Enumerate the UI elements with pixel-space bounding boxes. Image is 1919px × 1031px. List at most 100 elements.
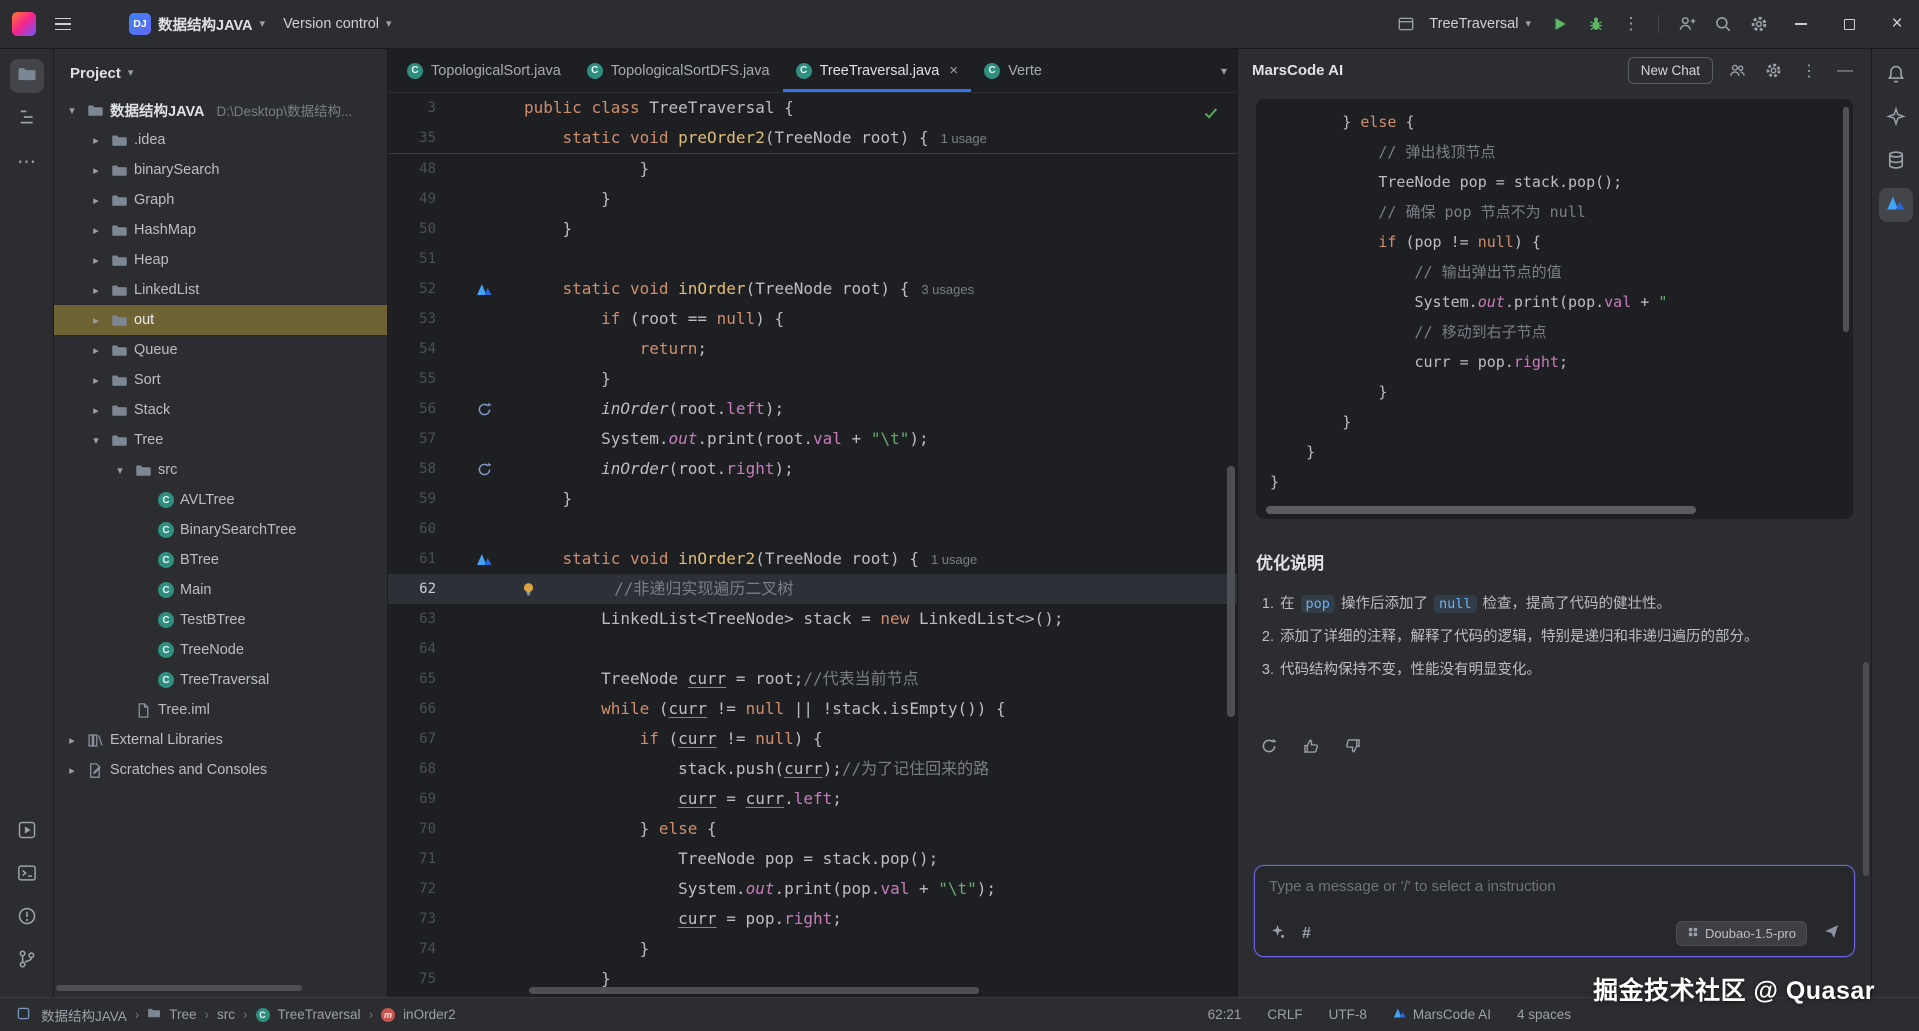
marscode-gutter-icon[interactable]	[476, 551, 493, 568]
main-menu-button[interactable]	[48, 9, 78, 39]
line-number[interactable]: 73	[388, 904, 446, 934]
chevron-right-icon[interactable]: ▸	[88, 374, 104, 387]
line-number[interactable]: 54	[388, 334, 446, 364]
chevron-down-icon[interactable]: ▾	[128, 68, 134, 79]
notifications-button[interactable]	[1879, 59, 1913, 93]
line-number[interactable]: 53	[388, 304, 446, 334]
breadcrumb-project[interactable]: 数据结构JAVA	[41, 1005, 127, 1025]
line-number[interactable]: 66	[388, 694, 446, 724]
code-vscrollbar[interactable]	[1843, 107, 1849, 332]
services-button[interactable]	[10, 815, 44, 849]
breadcrumb-tree[interactable]: Tree	[169, 1007, 196, 1022]
chevron-right-icon[interactable]: ▸	[88, 164, 104, 177]
sticky-line[interactable]: 3public class TreeTraversal {	[388, 93, 1237, 123]
line-number[interactable]: 52	[388, 274, 446, 304]
minimize-panel-icon[interactable]: —	[1833, 59, 1857, 83]
tab-topologicalsort[interactable]: C TopologicalSort.java	[394, 49, 574, 92]
tab-topologicalsortdfs[interactable]: C TopologicalSortDFS.java	[574, 49, 783, 92]
tree-item-tree-iml[interactable]: Tree.iml	[54, 695, 387, 725]
chevron-down-icon[interactable]: ▾	[88, 434, 104, 447]
tree-item-scratches-and-consoles[interactable]: ▸Scratches and Consoles	[54, 755, 387, 785]
code-line[interactable]: 63 LinkedList<TreeNode> stack = new Link…	[388, 604, 1237, 634]
breadcrumb-src[interactable]: src	[217, 1007, 235, 1022]
marscode-status[interactable]: MarsCode AI	[1393, 1006, 1491, 1023]
line-number[interactable]: 59	[388, 484, 446, 514]
line-number[interactable]: 50	[388, 214, 446, 244]
chevron-down-icon[interactable]: ▾	[64, 104, 80, 117]
code-line[interactable]: 66 while (curr != null || !stack.isEmpty…	[388, 694, 1237, 724]
code-line[interactable]: 58 inOrder(root.right);	[388, 454, 1237, 484]
tree-item-heap[interactable]: ▸Heap	[54, 245, 387, 275]
code-line[interactable]: 52 static void inOrder(TreeNode root) {3…	[388, 274, 1237, 304]
code-line[interactable]: 72 System.out.print(pop.val + "\t");	[388, 874, 1237, 904]
maximize-button[interactable]	[1827, 0, 1871, 48]
line-number[interactable]: 51	[388, 244, 446, 274]
chevron-right-icon[interactable]: ▸	[64, 734, 80, 747]
chevron-right-icon[interactable]: ▸	[88, 254, 104, 267]
marscode-gutter-icon[interactable]	[476, 281, 493, 298]
settings-button[interactable]	[1743, 8, 1775, 40]
editor-vscrollbar[interactable]	[1227, 466, 1235, 717]
thumbs-down-icon[interactable]	[1340, 733, 1366, 759]
vcs-widget[interactable]: Version control ▾	[274, 11, 400, 37]
code-line[interactable]: 69 curr = curr.left;	[388, 784, 1237, 814]
community-icon[interactable]	[1725, 59, 1749, 83]
breadcrumb-method[interactable]: inOrder2	[403, 1007, 456, 1022]
vcs-button[interactable]	[10, 944, 44, 978]
code-line[interactable]: 74 }	[388, 934, 1237, 964]
code-line[interactable]: 57 System.out.print(root.val + "\t");	[388, 424, 1237, 454]
recursive-call-icon[interactable]	[476, 401, 493, 418]
tree-item-btree[interactable]: CBTree	[54, 545, 387, 575]
search-everywhere-button[interactable]	[1707, 8, 1739, 40]
editor-hscrollbar[interactable]	[529, 987, 979, 994]
usages-hint[interactable]: 1 usage	[941, 131, 987, 146]
tree-item-hashmap[interactable]: ▸HashMap	[54, 215, 387, 245]
caret-position[interactable]: 62:21	[1208, 1007, 1242, 1022]
chevron-right-icon[interactable]: ▸	[88, 314, 104, 327]
chevron-right-icon[interactable]: ▸	[88, 404, 104, 417]
code-line[interactable]: 60	[388, 514, 1237, 544]
line-number[interactable]: 63	[388, 604, 446, 634]
code-line[interactable]: 53 if (root == null) {	[388, 304, 1237, 334]
chevron-right-icon[interactable]: ▸	[88, 224, 104, 237]
code-line[interactable]: 73 curr = pop.right;	[388, 904, 1237, 934]
line-number[interactable]: 67	[388, 724, 446, 754]
model-selector[interactable]: Doubao-1.5-pro	[1676, 921, 1807, 946]
more-icon[interactable]: ⋮	[1797, 59, 1821, 83]
tool-window-widget-icon[interactable]	[16, 1006, 31, 1024]
tree-item-avltree[interactable]: CAVLTree	[54, 485, 387, 515]
line-number[interactable]: 3	[388, 93, 446, 123]
chat-input-box[interactable]: # Doubao-1.5-pro	[1254, 865, 1855, 957]
send-icon[interactable]	[1823, 923, 1840, 945]
chevron-right-icon[interactable]: ▸	[88, 344, 104, 357]
line-number[interactable]: 64	[388, 634, 446, 664]
line-number[interactable]: 58	[388, 454, 446, 484]
close-tab-icon[interactable]: ×	[949, 62, 958, 79]
chevron-right-icon[interactable]: ▸	[64, 764, 80, 777]
run-config-widget[interactable]: TreeTraversal ▾	[1381, 3, 1540, 45]
tree-item-treetraversal[interactable]: CTreeTraversal	[54, 665, 387, 695]
structure-button[interactable]	[10, 102, 44, 136]
panel-scrollbar[interactable]	[1863, 662, 1869, 876]
tree-item-linkedlist[interactable]: ▸LinkedList	[54, 275, 387, 305]
encoding[interactable]: UTF-8	[1329, 1007, 1367, 1022]
code-line[interactable]: 70 } else {	[388, 814, 1237, 844]
new-chat-button[interactable]: New Chat	[1628, 57, 1713, 84]
tree-item-binarysearchtree[interactable]: CBinarySearchTree	[54, 515, 387, 545]
code-line[interactable]: 62 //非递归实现遍历二叉树	[388, 574, 1237, 604]
indent-style[interactable]: 4 spaces	[1517, 1007, 1571, 1022]
inspections-ok-icon[interactable]	[1203, 105, 1219, 126]
line-number[interactable]: 55	[388, 364, 446, 394]
project-button[interactable]	[10, 59, 44, 93]
line-number[interactable]: 75	[388, 964, 446, 994]
line-number[interactable]: 71	[388, 844, 446, 874]
code-line[interactable]: 59 }	[388, 484, 1237, 514]
chevron-down-icon[interactable]: ▾	[112, 464, 128, 477]
line-number[interactable]: 56	[388, 394, 446, 424]
tree-item-out[interactable]: ▸out	[54, 305, 387, 335]
project-widget[interactable]: DJ 数据结构JAVA ▾	[120, 8, 274, 40]
hidden-tabs-button[interactable]: ▾	[1213, 49, 1227, 93]
line-number[interactable]: 61	[388, 544, 446, 574]
tree-item-sort[interactable]: ▸Sort	[54, 365, 387, 395]
tree-item-external-libraries[interactable]: ▸External Libraries	[54, 725, 387, 755]
